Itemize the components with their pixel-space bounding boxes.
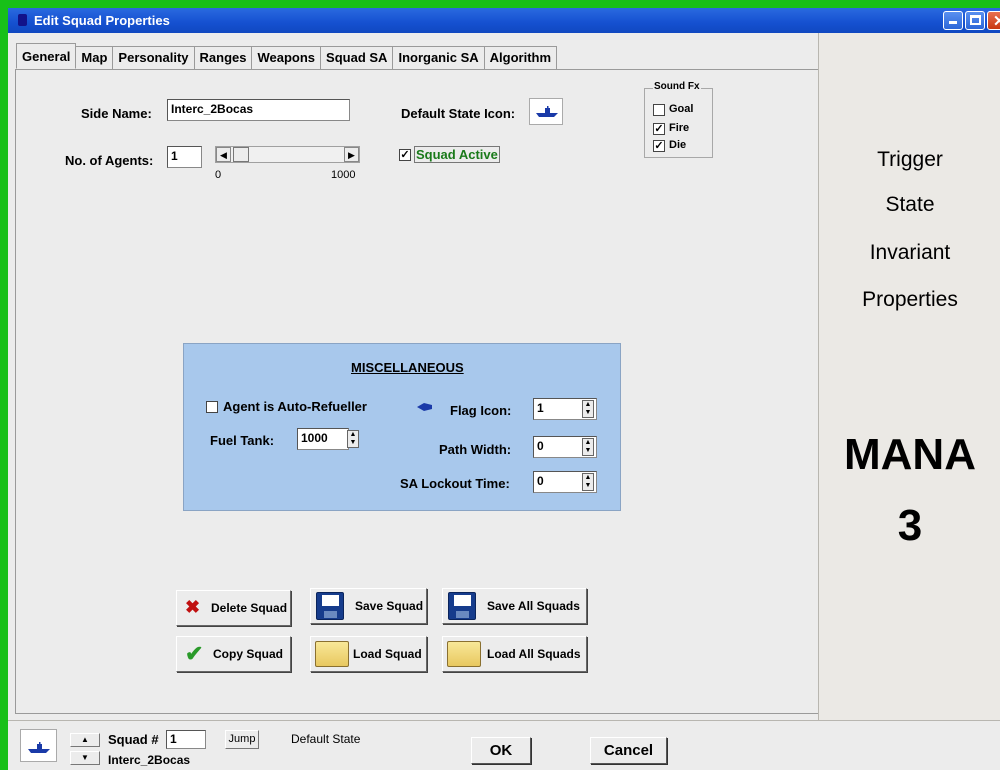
tab-strip: General Map Personality Ranges Weapons S… xyxy=(16,43,558,70)
side-name-input[interactable]: Interc_2Bocas xyxy=(167,99,350,121)
copy-squad-label: Copy Squad xyxy=(213,647,284,661)
right-info-panel: Trigger State Invariant Properties MANA … xyxy=(818,33,1000,727)
path-width-spinner[interactable]: ▲ ▼ xyxy=(582,438,594,456)
flag-icon-button[interactable] xyxy=(414,400,436,418)
default-state-icon-label: Default State Icon: xyxy=(401,106,516,121)
scroll-left-arrow-icon[interactable]: ◀ xyxy=(216,147,231,162)
flag-icon xyxy=(417,403,432,411)
flag-icon-spinner[interactable]: ▲ ▼ xyxy=(582,400,594,418)
fire-label: Fire xyxy=(669,122,690,134)
properties-label: Properties xyxy=(862,288,958,311)
fuel-tank-label: Fuel Tank: xyxy=(210,433,275,448)
bottom-bar: ▲ ▼ Squad # 1 Jump Default State Interc_… xyxy=(8,720,1000,770)
squad-active-checkbox[interactable]: ✓ xyxy=(399,149,411,161)
num-agents-label: No. of Agents: xyxy=(65,153,154,168)
invariant-label: Invariant xyxy=(869,241,951,264)
load-all-squads-button[interactable]: Load All Squads xyxy=(442,636,587,672)
tab-inorganic-sa[interactable]: Inorganic SA xyxy=(392,46,485,69)
mana-label: MANA xyxy=(844,430,976,479)
flag-icon-label: Flag Icon: xyxy=(450,403,512,418)
sound-fx-title: Sound Fx xyxy=(653,81,701,92)
folder-icon xyxy=(315,641,349,667)
save-all-squads-button[interactable]: Save All Squads xyxy=(442,588,587,624)
die-checkbox[interactable]: ✓ xyxy=(653,140,665,152)
squad-icon-button[interactable] xyxy=(20,729,57,762)
scroll-right-arrow-icon[interactable]: ▶ xyxy=(344,147,359,162)
folder-icon xyxy=(447,641,481,667)
cancel-button[interactable]: Cancel xyxy=(590,737,667,764)
tab-general[interactable]: General xyxy=(16,43,77,69)
delete-squad-label: Delete Squad xyxy=(211,601,288,615)
load-squad-button[interactable]: Load Squad xyxy=(310,636,427,672)
squad-down-button[interactable]: ▼ xyxy=(70,751,100,765)
floppy-icon xyxy=(448,592,476,620)
squad-number-label: Squad # xyxy=(108,732,159,747)
maximize-button[interactable] xyxy=(965,11,985,30)
state-label: State xyxy=(885,193,935,216)
sound-fx-group: Sound Fx Goal ✓ Fire ✓ Die xyxy=(644,81,713,158)
ship-icon xyxy=(536,106,558,117)
default-state-label: Default State xyxy=(291,732,361,746)
mana-version: 3 xyxy=(897,501,923,550)
goal-label: Goal xyxy=(669,103,694,115)
auto-refueller-checkbox[interactable] xyxy=(206,401,218,413)
delete-squad-button[interactable]: ✖ Delete Squad xyxy=(176,590,291,626)
copy-squad-button[interactable]: ✔ Copy Squad xyxy=(176,636,291,672)
squad-up-button[interactable]: ▲ xyxy=(70,733,100,747)
fuel-tank-input[interactable]: 1000 xyxy=(297,428,349,450)
title-bar: Edit Squad Properties ✕ xyxy=(8,8,1000,33)
squad-name-label: Interc_2Bocas xyxy=(108,753,191,767)
num-agents-input[interactable]: 1 xyxy=(167,146,202,168)
fuel-tank-spinner[interactable]: ▲ ▼ xyxy=(347,430,359,448)
window-title: Edit Squad Properties xyxy=(34,13,170,28)
auto-refueller-label: Agent is Auto-Refueller xyxy=(223,399,367,414)
default-state-icon-button[interactable] xyxy=(529,98,563,125)
load-all-squads-label: Load All Squads xyxy=(487,647,581,661)
load-squad-label: Load Squad xyxy=(353,647,422,661)
save-squad-button[interactable]: Save Squad xyxy=(310,588,427,624)
slider-thumb[interactable] xyxy=(233,147,249,162)
miscellaneous-panel: MISCELLANEOUS Agent is Auto-Refueller Fu… xyxy=(183,343,621,511)
close-icon: ✕ xyxy=(993,13,1000,30)
minimize-button[interactable] xyxy=(943,11,963,30)
goal-checkbox[interactable] xyxy=(653,104,665,116)
tab-map[interactable]: Map xyxy=(75,46,114,69)
die-label: Die xyxy=(669,139,687,151)
tab-ranges[interactable]: Ranges xyxy=(193,46,253,69)
save-squad-label: Save Squad xyxy=(355,599,424,613)
check-icon: ✔ xyxy=(185,641,204,666)
num-agents-slider[interactable]: ◀ ▶ xyxy=(215,146,360,163)
save-all-squads-label: Save All Squads xyxy=(487,599,580,613)
floppy-icon xyxy=(316,592,344,620)
path-width-label: Path Width: xyxy=(439,442,512,457)
sa-lockout-label: SA Lockout Time: xyxy=(400,476,510,491)
slider-max-label: 1000 xyxy=(331,169,356,181)
slider-min-label: 0 xyxy=(215,169,222,181)
side-name-label: Side Name: xyxy=(81,106,152,121)
tab-weapons[interactable]: Weapons xyxy=(251,46,322,69)
tab-algorithm[interactable]: Algorithm xyxy=(483,46,558,69)
delete-icon: ✖ xyxy=(185,597,201,617)
ok-button[interactable]: OK xyxy=(471,737,531,764)
misc-title: MISCELLANEOUS xyxy=(351,360,464,375)
sa-lockout-spinner[interactable]: ▲ ▼ xyxy=(582,473,594,491)
squad-active-label: Squad Active xyxy=(414,146,500,163)
jump-button[interactable]: Jump xyxy=(225,730,259,749)
close-button[interactable]: ✕ xyxy=(987,11,1000,30)
tab-personality[interactable]: Personality xyxy=(112,46,195,69)
app-icon xyxy=(18,14,27,26)
squad-number-input[interactable]: 1 xyxy=(166,730,206,749)
fire-checkbox[interactable]: ✓ xyxy=(653,123,665,135)
trigger-label: Trigger xyxy=(877,148,943,171)
tab-squad-sa[interactable]: Squad SA xyxy=(320,46,394,69)
ship-icon xyxy=(28,742,50,753)
